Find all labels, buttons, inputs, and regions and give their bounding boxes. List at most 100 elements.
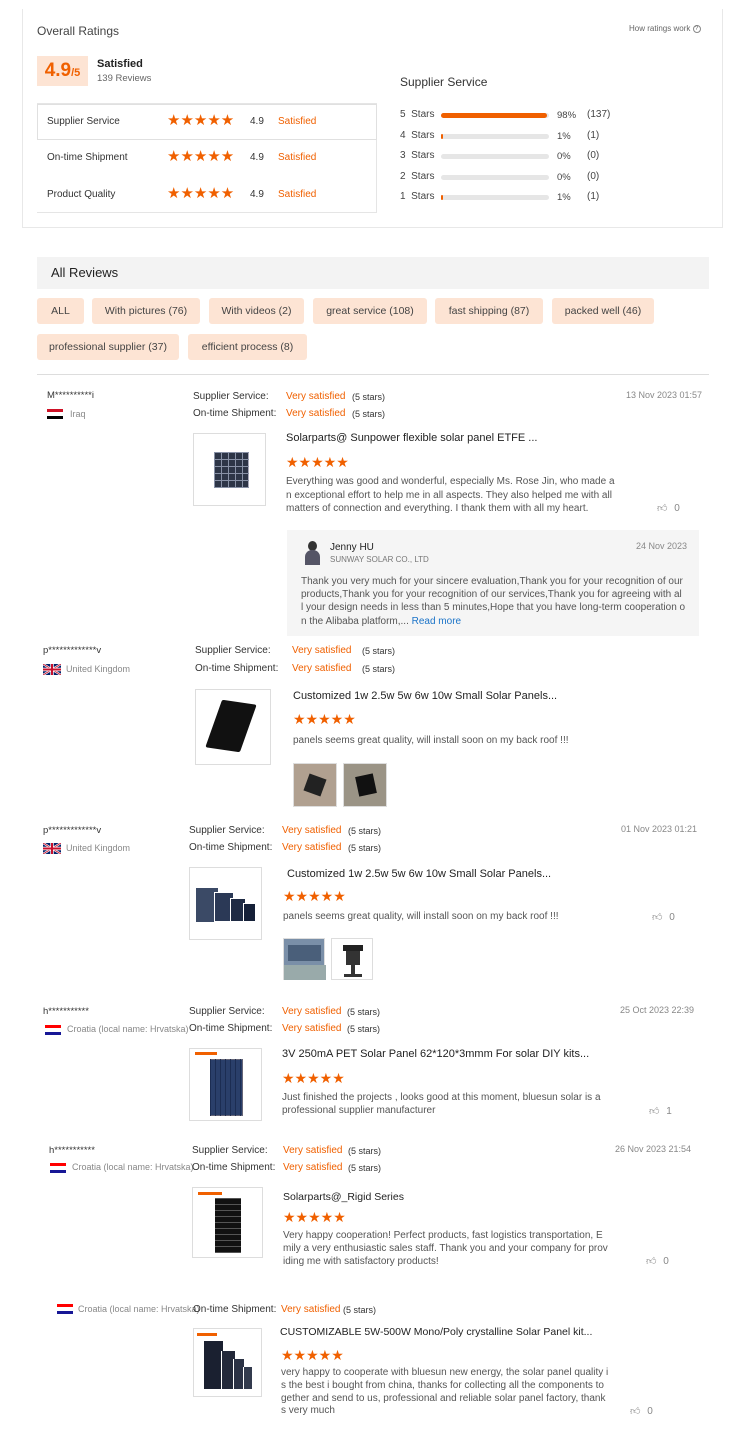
rating-row-name[interactable]: Supplier Service bbox=[47, 116, 120, 127]
ontime-shipment-label: On-time Shipment: bbox=[189, 842, 273, 853]
product-thumbnail[interactable] bbox=[189, 867, 262, 940]
like-button[interactable]: 👍︎ 1 bbox=[649, 1105, 672, 1117]
ontime-shipment-value: Very satisfied bbox=[283, 1162, 343, 1173]
supplier-service-label: Supplier Service: bbox=[189, 1006, 265, 1017]
breakdown-row-label[interactable]: 1 Stars bbox=[400, 191, 434, 202]
supplier-service-stars: (5 stars) bbox=[352, 392, 386, 402]
review-text: Just finished the projects , looks good … bbox=[282, 1091, 601, 1117]
ontime-shipment-value: Very satisfied bbox=[282, 842, 342, 853]
read-more-link[interactable]: Read more bbox=[412, 616, 461, 627]
rating-row-score: 4.9 bbox=[250, 152, 264, 163]
supplier-service-value: Very satisfied bbox=[283, 1145, 343, 1156]
filter-chip[interactable]: fast shipping (87) bbox=[435, 298, 543, 324]
ontime-shipment-value: Very satisfied bbox=[292, 663, 352, 674]
supplier-service-stars: (5 stars) bbox=[348, 826, 382, 836]
breakdown-count: (1) bbox=[587, 191, 600, 202]
reviewer-country: Croatia (local name: Hrvatska) bbox=[72, 1162, 194, 1172]
review-photo[interactable] bbox=[293, 763, 337, 807]
review-photo[interactable] bbox=[343, 763, 387, 807]
like-count: 0 bbox=[669, 912, 675, 923]
filter-chip[interactable]: packed well (46) bbox=[552, 298, 654, 324]
product-title-link[interactable]: 3V 250mA PET Solar Panel 62*120*3mmm For… bbox=[282, 1048, 589, 1060]
rating-row-name[interactable]: On-time Shipment bbox=[47, 152, 128, 163]
product-thumbnail[interactable] bbox=[192, 1187, 263, 1258]
like-button[interactable]: 👍︎ 0 bbox=[646, 1255, 669, 1267]
breakdown-row-label[interactable]: 2 Stars bbox=[400, 171, 434, 182]
supplier-service-stars: (5 stars) bbox=[362, 646, 396, 656]
reviewer-name: h*********** bbox=[49, 1145, 95, 1156]
ontime-shipment-stars: (5 stars) bbox=[352, 409, 386, 419]
how-ratings-work-link[interactable]: How ratings work ? bbox=[629, 24, 701, 33]
review-text-line: Just finished the projects , looks good … bbox=[282, 1092, 601, 1103]
review-photo[interactable] bbox=[283, 938, 326, 980]
ontime-shipment-label: On-time Shipment: bbox=[193, 1304, 277, 1315]
breakdown-bar-fill bbox=[441, 113, 547, 118]
ontime-shipment-label: On-time Shipment: bbox=[195, 663, 279, 674]
breakdown-count: (1) bbox=[587, 129, 600, 141]
reply-name: Jenny HU bbox=[330, 542, 374, 553]
overall-label: Satisfied bbox=[97, 58, 143, 70]
product-title-link[interactable]: Solarparts@_Rigid Series bbox=[283, 1191, 404, 1203]
review-text: panels seems great quality, will install… bbox=[293, 735, 569, 746]
like-button[interactable]: 👍︎ 0 bbox=[657, 502, 680, 514]
breakdown-bar bbox=[441, 195, 549, 200]
breakdown-row-label[interactable]: 5 Stars bbox=[400, 109, 434, 120]
reviewer-country: Croatia (local name: Hrvatska) bbox=[78, 1304, 200, 1314]
review-date: 25 Oct 2023 22:39 bbox=[620, 1005, 695, 1015]
breakdown-pct: 1% bbox=[557, 130, 571, 142]
product-title-link[interactable]: Solarparts@ Sunpower flexible solar pane… bbox=[286, 432, 537, 444]
score-value: 4.9 bbox=[44, 60, 72, 81]
thumbs-up-icon: 👍︎ bbox=[652, 912, 663, 923]
breakdown-row-label[interactable]: 4 Stars bbox=[400, 130, 434, 141]
review-text: very happy to cooperate with bluesun new… bbox=[281, 1367, 608, 1418]
breakdown-pct: 98% bbox=[557, 110, 577, 121]
product-thumbnail[interactable] bbox=[193, 1328, 262, 1397]
like-count: 0 bbox=[647, 1406, 653, 1417]
supplier-service-label: Supplier Service: bbox=[189, 825, 265, 836]
reply-text: Thank you very much for your sincere eva… bbox=[301, 575, 685, 628]
all-reviews-header: All Reviews bbox=[37, 257, 709, 289]
product-title-link[interactable]: CUSTOMIZABLE 5W-500W Mono/Poly crystalli… bbox=[280, 1326, 592, 1338]
reply-text-line: n the Alibaba platform,... bbox=[301, 615, 409, 627]
reviewer-country: Croatia (local name: Hrvatska) bbox=[67, 1024, 189, 1034]
flag-croatia-icon bbox=[45, 1025, 61, 1035]
ontime-shipment-stars: (5 stars) bbox=[362, 664, 396, 674]
reviewer-name: M**********i bbox=[47, 390, 94, 401]
rating-row-name[interactable]: Product Quality bbox=[47, 189, 115, 200]
thumbs-up-icon: 👍︎ bbox=[649, 1106, 660, 1117]
ontime-shipment-stars: (5 stars) bbox=[348, 1163, 382, 1173]
ontime-shipment-value: Very satisfied bbox=[286, 408, 346, 419]
filter-chip[interactable]: With videos (2) bbox=[209, 298, 304, 324]
product-title-link[interactable]: Customized 1w 2.5w 5w 6w 10w Small Solar… bbox=[287, 868, 551, 880]
supplier-service-label: Supplier Service: bbox=[192, 1145, 268, 1156]
filter-chip[interactable]: efficient process (8) bbox=[188, 334, 307, 360]
filter-chip[interactable]: With pictures (76) bbox=[92, 298, 200, 324]
reply-company: SUNWAY SOLAR CO., LTD bbox=[330, 555, 429, 564]
breakdown-count: (0) bbox=[587, 170, 600, 182]
flag-croatia-icon bbox=[50, 1163, 66, 1173]
how-ratings-work-label: How ratings work bbox=[629, 24, 691, 33]
like-button[interactable]: 👍︎ 0 bbox=[630, 1405, 653, 1417]
rating-stars: ★★★★★ bbox=[167, 185, 235, 202]
filter-chip[interactable]: professional supplier (37) bbox=[37, 334, 179, 360]
ontime-shipment-label: On-time Shipment: bbox=[189, 1023, 273, 1034]
review-photo[interactable] bbox=[331, 938, 373, 980]
like-button[interactable]: 👍︎ 0 bbox=[652, 911, 675, 923]
ontime-shipment-stars: (5 stars) bbox=[348, 843, 382, 853]
rating-stars: ★★★★★ bbox=[167, 112, 235, 129]
ontime-shipment-stars: (5 stars) bbox=[347, 1024, 381, 1034]
product-title-link[interactable]: Customized 1w 2.5w 5w 6w 10w Small Solar… bbox=[293, 690, 557, 702]
filter-chip[interactable]: ALL bbox=[37, 298, 84, 324]
filter-chip[interactable]: great service (108) bbox=[313, 298, 427, 324]
rating-row-score: 4.9 bbox=[250, 116, 264, 127]
supplier-service-stars: (5 stars) bbox=[348, 1146, 382, 1156]
product-thumbnail[interactable] bbox=[193, 433, 266, 506]
rating-row-label: Satisfied bbox=[278, 152, 317, 163]
overall-score: 4.9/5 bbox=[37, 56, 88, 86]
reviewer-country: Iraq bbox=[70, 409, 86, 419]
product-thumbnail[interactable] bbox=[189, 1048, 262, 1121]
product-thumbnail[interactable] bbox=[195, 689, 271, 765]
breakdown-row-label[interactable]: 3 Stars bbox=[400, 150, 434, 161]
breakdown-pct: 0% bbox=[557, 171, 571, 183]
flag-croatia-icon bbox=[57, 1304, 73, 1314]
